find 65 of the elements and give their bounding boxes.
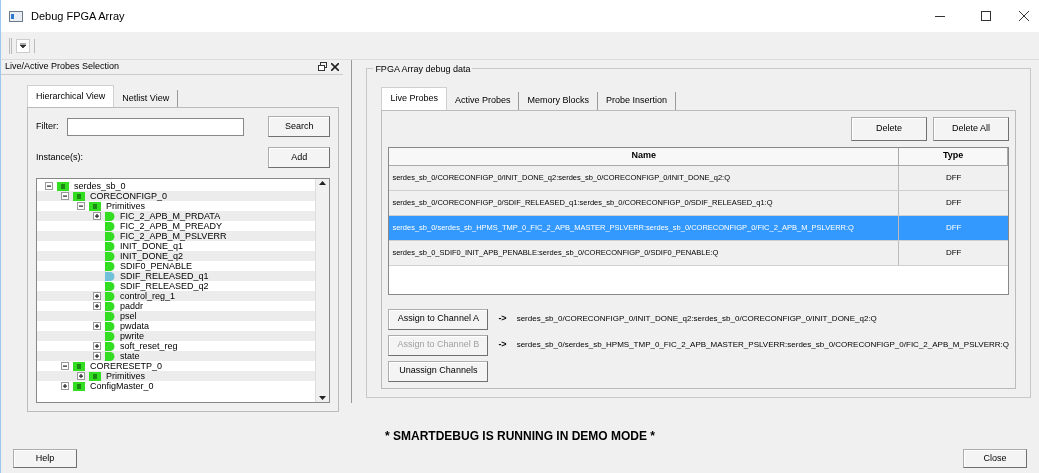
- tree-item[interactable]: FIC_2_APB_M_PREADY: [120, 221, 223, 231]
- arrow-text: ->: [498, 338, 507, 352]
- table-cell-text: DFF: [944, 171, 963, 184]
- tree-item[interactable]: CORERESETP_0: [90, 361, 163, 371]
- dropdown-icon: [20, 43, 26, 48]
- delete-button[interactable]: Delete: [851, 116, 927, 141]
- expander-icon[interactable]: [93, 322, 101, 330]
- filter-field[interactable]: [66, 117, 245, 136]
- close-icon: [1019, 11, 1029, 21]
- assign-channel-button[interactable]: Assign to Channel A: [388, 308, 489, 330]
- panel-title: Live/Active Probes Selection: [5, 60, 120, 73]
- scroll-down-icon[interactable]: [319, 396, 327, 400]
- maximize-icon: [981, 11, 991, 21]
- tree-item[interactable]: SDIF0_PENABLE: [120, 261, 193, 271]
- tree-item[interactable]: serdes_sb_0: [74, 181, 126, 191]
- tree-item[interactable]: soft_reset_reg: [120, 341, 178, 351]
- table-cell-text: DFF: [944, 196, 963, 209]
- column-header[interactable]: Name: [389, 147, 900, 165]
- float-icon[interactable]: [318, 62, 328, 72]
- expander-icon[interactable]: [93, 302, 101, 310]
- tree-item[interactable]: state: [120, 351, 140, 361]
- tree-item[interactable]: psel: [120, 311, 137, 321]
- scrollbar[interactable]: [315, 179, 330, 402]
- expander-icon[interactable]: [93, 352, 101, 360]
- expander-icon[interactable]: [61, 192, 69, 200]
- expander-icon[interactable]: [93, 212, 101, 220]
- expander-icon[interactable]: [93, 342, 101, 350]
- expander-icon[interactable]: [61, 362, 69, 370]
- expander-icon[interactable]: [93, 292, 101, 300]
- group-title: FPGA Array debug data: [373, 63, 473, 77]
- arrow-text: ->: [498, 312, 507, 326]
- column-header[interactable]: Type: [899, 147, 1008, 165]
- channel-probe: serdes_sb_0/serdes_sb_HPMS_TMP_0_FIC_2_APB_MASTER_PSLVERR:serdes_sb_0/CORECONFIGP_0/FIC_2_APB_M_PSLVERR:Q: [516, 339, 1009, 351]
- tree-item[interactable]: Primitives: [106, 201, 145, 211]
- add-button[interactable]: Add: [268, 147, 331, 168]
- instances-label: Instance(s):: [36, 150, 84, 164]
- close-button[interactable]: Close: [963, 449, 1027, 468]
- tree-item[interactable]: pwrite: [120, 331, 144, 341]
- window-title: Debug FPGA Array: [31, 8, 125, 24]
- tree-item[interactable]: Primitives: [106, 371, 145, 381]
- expander-icon[interactable]: [45, 182, 53, 190]
- table-cell-text: DFF: [944, 221, 963, 234]
- filter-label: Filter:: [36, 119, 59, 133]
- tree-item[interactable]: ConfigMaster_0: [90, 381, 154, 391]
- search-button[interactable]: Search: [268, 116, 331, 137]
- channel-probe: serdes_sb_0/CORECONFIGP_0/INIT_DONE_q2:serdes_sb_0/CORECONFIGP_0/INIT_DONE_q2:Q: [516, 313, 877, 325]
- tree-item[interactable]: pwdata: [120, 321, 150, 331]
- expander-icon[interactable]: [77, 202, 85, 210]
- close-icon[interactable]: [331, 62, 340, 71]
- table-cell-text: DFF: [944, 246, 963, 259]
- tree-item[interactable]: paddr: [120, 301, 144, 311]
- demo-notice: * SMARTDEBUG IS RUNNING IN DEMO MODE *: [385, 428, 655, 445]
- tab[interactable]: Live Probes: [381, 87, 447, 110]
- help-button[interactable]: Help: [13, 449, 77, 468]
- delete-button[interactable]: Delete All: [933, 116, 1009, 141]
- expander-icon[interactable]: [61, 382, 69, 390]
- toolbar-menu-button[interactable]: [16, 38, 30, 53]
- unassign-button[interactable]: Unassign Channels: [388, 360, 489, 382]
- tab[interactable]: Hierarchical View: [27, 84, 115, 107]
- tree-item[interactable]: INIT_DONE_q1: [120, 241, 184, 251]
- minimize-icon: [935, 15, 945, 17]
- tree-item[interactable]: SDIF_RELEASED_q2: [120, 281, 209, 291]
- scroll-up-icon[interactable]: [319, 181, 327, 185]
- expander-icon[interactable]: [77, 372, 85, 380]
- app-icon: [9, 10, 23, 22]
